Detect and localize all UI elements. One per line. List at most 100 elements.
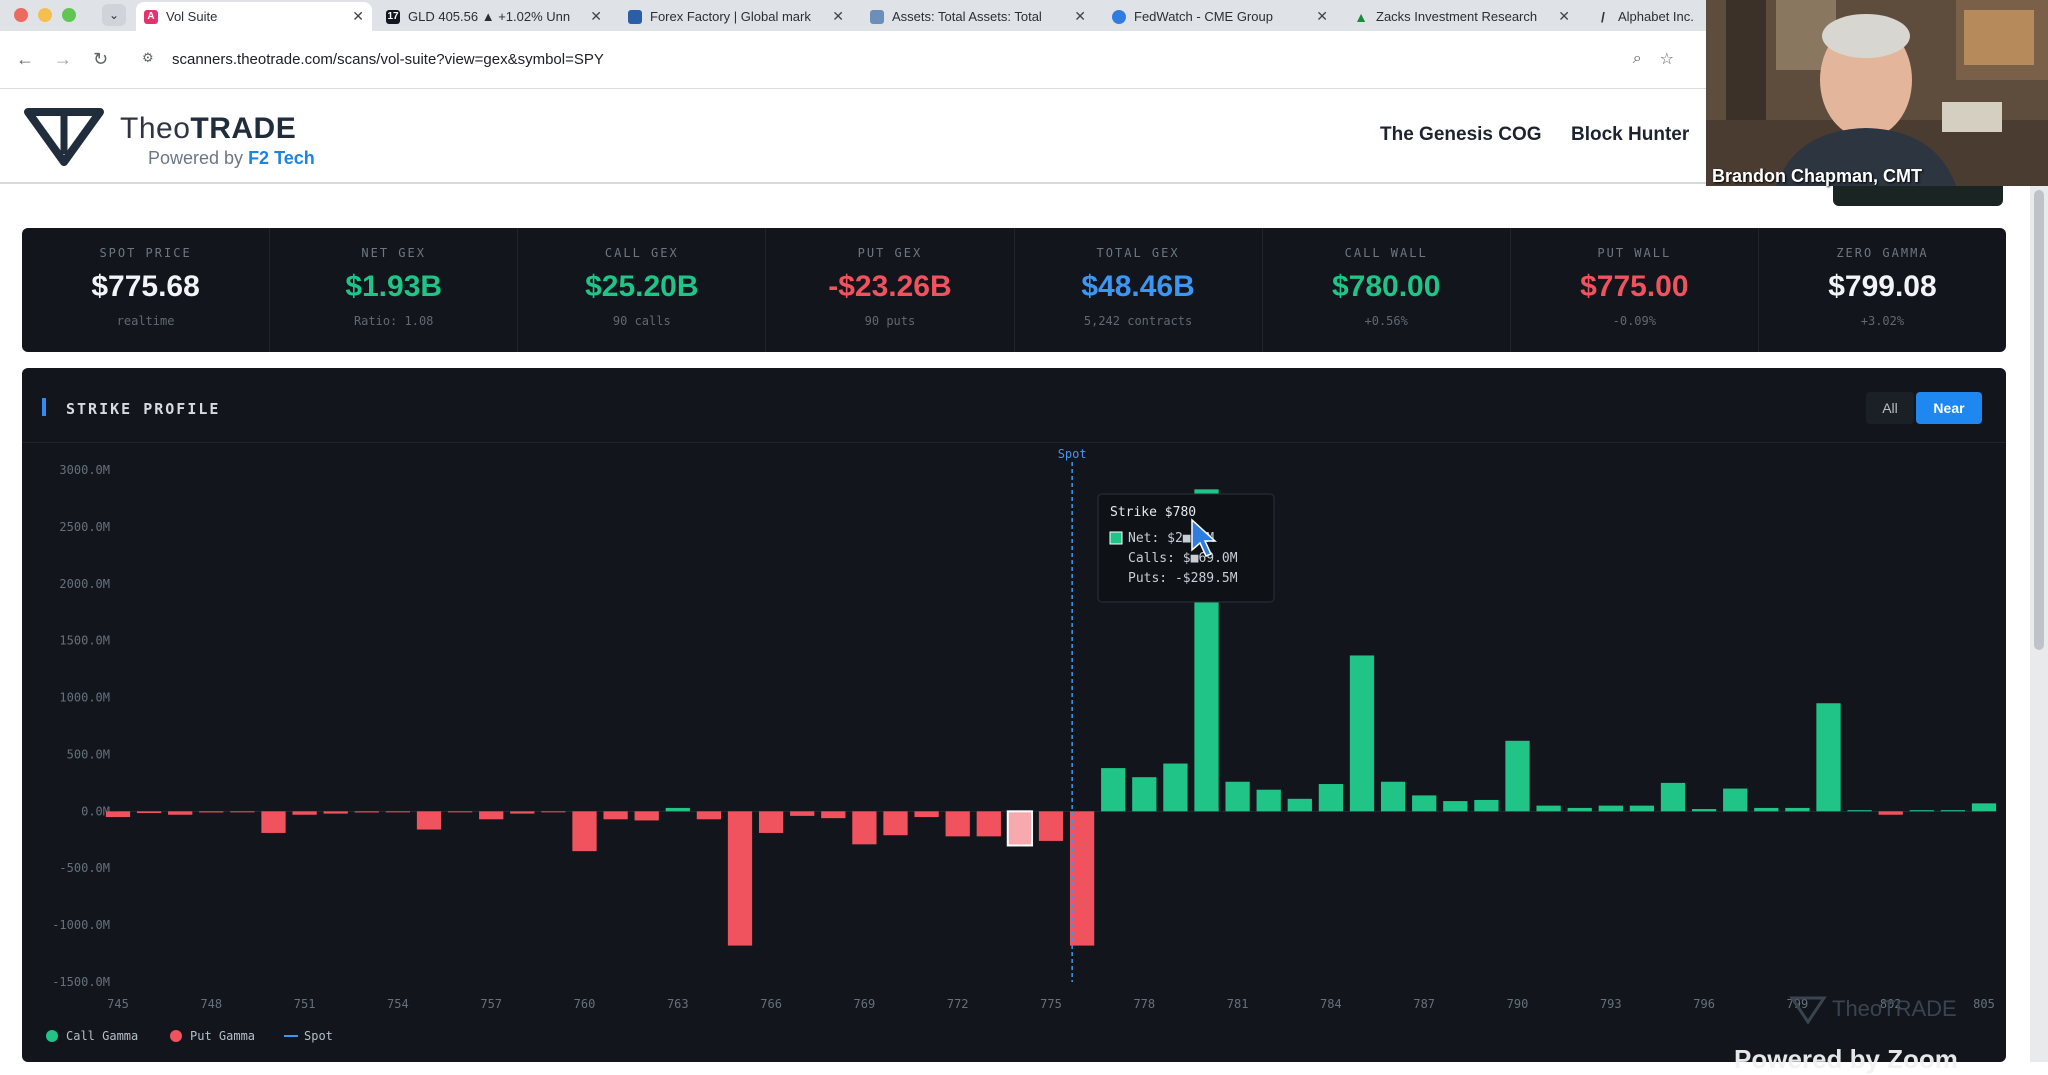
browser-tab-forexfactory[interactable]: Forex Factory | Global mark ✕ [620, 2, 852, 31]
browser-tab-alphabet[interactable]: / Alphabet Inc. [1588, 2, 1706, 31]
tab-close-icon[interactable]: ✕ [590, 8, 602, 25]
gamma-bar[interactable] [1754, 807, 1779, 812]
tab-close-icon[interactable]: ✕ [832, 8, 844, 25]
gamma-bar[interactable] [1287, 798, 1312, 812]
gamma-bar[interactable] [976, 811, 1001, 837]
browser-tab-vol-suite[interactable]: A Vol Suite ✕ [136, 2, 372, 31]
tab-close-icon[interactable]: ✕ [352, 8, 364, 25]
gamma-bar[interactable] [1847, 810, 1872, 812]
gamma-bar[interactable] [821, 811, 846, 819]
gamma-bar[interactable] [1349, 655, 1375, 812]
tab-close-icon[interactable]: ✕ [1558, 8, 1570, 25]
gamma-bar[interactable] [914, 811, 939, 818]
scrollbar-thumb[interactable] [2034, 190, 2044, 650]
gamma-bar[interactable] [385, 811, 411, 813]
forexfactory-favicon-icon [628, 9, 642, 24]
gamma-bar[interactable] [230, 811, 255, 813]
stat-label: CALL WALL [1344, 246, 1428, 260]
gamma-bar[interactable] [945, 811, 970, 837]
zoom-magnifier-icon[interactable]: ⌕ [1633, 50, 1642, 68]
gamma-bar[interactable] [1971, 803, 1997, 812]
gamma-bar[interactable] [790, 811, 815, 816]
stat-label: SPOT PRICE [99, 246, 192, 260]
gamma-bar[interactable] [447, 811, 473, 813]
forward-arrow-icon[interactable]: → [54, 49, 72, 70]
gamma-bar[interactable] [479, 811, 504, 820]
gamma-bar[interactable] [1101, 768, 1126, 812]
gamma-bar[interactable] [1878, 811, 1903, 815]
gamma-bar[interactable] [1225, 781, 1250, 812]
gamma-bar[interactable] [1691, 809, 1717, 812]
reload-icon[interactable]: ↻ [93, 49, 108, 70]
nav-genesis-cog[interactable]: The Genesis COG [1380, 124, 1542, 146]
strike-profile-chart[interactable]: 3000.0M 2500.0M 2000.0M 1500.0M 1000.0M 500.0… [22, 368, 2006, 1062]
minimize-window-button[interactable] [38, 8, 52, 22]
gamma-bar[interactable] [1816, 703, 1841, 812]
gamma-bar[interactable] [199, 811, 224, 813]
brand-name[interactable]: TheoTRADE [120, 112, 296, 146]
gamma-bar[interactable] [758, 811, 784, 833]
gamma-bar[interactable] [696, 811, 722, 820]
gamma-bar[interactable] [1163, 763, 1188, 812]
legend-swatch [170, 1030, 182, 1042]
gamma-bar[interactable] [261, 811, 286, 833]
gamma-bar[interactable] [510, 811, 535, 814]
tab-close-icon[interactable]: ✕ [1316, 8, 1328, 25]
gamma-bar[interactable] [541, 811, 566, 813]
browser-tab-fred[interactable]: Assets: Total Assets: Total ✕ [862, 2, 1094, 31]
browser-tab-fedwatch[interactable]: FedWatch - CME Group ✕ [1104, 2, 1336, 31]
gamma-bar[interactable] [1785, 807, 1810, 812]
gamma-bar[interactable] [168, 811, 193, 815]
gamma-bar[interactable] [1505, 740, 1530, 812]
browser-tab-gld[interactable]: 17 GLD 405.56 ▲ +1.02% Unn ✕ [378, 2, 610, 31]
gamma-bar[interactable] [323, 811, 348, 814]
nav-block-hunter[interactable]: Block Hunter [1571, 124, 1689, 146]
gamma-bar[interactable] [665, 807, 690, 812]
maximize-window-button[interactable] [62, 8, 76, 22]
gamma-bar[interactable] [1598, 805, 1623, 812]
gamma-bar[interactable] [1536, 805, 1561, 812]
gamma-bar[interactable] [1256, 789, 1281, 812]
gamma-bar[interactable] [1474, 799, 1499, 812]
url-omnibox[interactable]: ⚙ scanners.theotrade.com/scans/vol-suite… [132, 41, 1692, 77]
back-arrow-icon[interactable]: ← [16, 49, 34, 70]
gamma-bar[interactable] [1909, 810, 1934, 812]
gamma-bar[interactable] [727, 811, 753, 946]
gamma-bar[interactable] [572, 811, 597, 852]
gamma-bar[interactable] [354, 811, 379, 813]
gamma-bar[interactable] [1629, 805, 1655, 812]
gamma-bar[interactable] [1318, 784, 1344, 812]
stat-total-gex: TOTAL GEX $48.46B 5,242 contracts [1015, 228, 1263, 352]
gamma-bar[interactable] [1940, 810, 1966, 812]
theotrade-logo-icon[interactable] [22, 100, 106, 168]
gamma-bar[interactable] [105, 811, 131, 818]
x-tick-label: 796 [1693, 997, 1715, 1011]
tab-title: Zacks Investment Research [1376, 9, 1538, 24]
browser-tab-zacks[interactable]: ▲ Zacks Investment Research ✕ [1346, 2, 1578, 31]
gamma-bar[interactable] [1443, 801, 1468, 812]
stat-subtext: +0.56% [1364, 314, 1408, 328]
gamma-bar[interactable] [136, 811, 162, 814]
gamma-bar[interactable] [852, 811, 877, 845]
gamma-bar[interactable] [1006, 810, 1034, 847]
gamma-bar[interactable] [1380, 781, 1406, 812]
stat-value: $25.20B [585, 270, 699, 303]
gamma-bar[interactable] [1660, 782, 1686, 812]
close-window-button[interactable] [14, 8, 28, 22]
site-settings-icon[interactable]: ⚙ [142, 50, 160, 68]
gamma-bar[interactable] [1132, 777, 1157, 812]
bookmark-star-icon[interactable]: ☆ [1660, 49, 1674, 69]
gamma-bar[interactable] [292, 811, 317, 815]
gamma-bar[interactable] [883, 811, 908, 836]
gamma-bar[interactable] [1412, 795, 1437, 812]
gamma-bar[interactable] [1069, 811, 1095, 946]
gamma-bar[interactable] [1723, 788, 1748, 812]
url-text[interactable]: scanners.theotrade.com/scans/vol-suite?v… [172, 51, 1633, 68]
gamma-bar[interactable] [416, 811, 442, 830]
gamma-bar[interactable] [634, 811, 659, 821]
gamma-bar[interactable] [1038, 811, 1064, 841]
gamma-bar[interactable] [603, 811, 628, 820]
gamma-bar[interactable] [1567, 807, 1592, 812]
tab-close-icon[interactable]: ✕ [1074, 8, 1086, 25]
tab-search-chevron-icon[interactable]: ⌄ [102, 4, 126, 26]
